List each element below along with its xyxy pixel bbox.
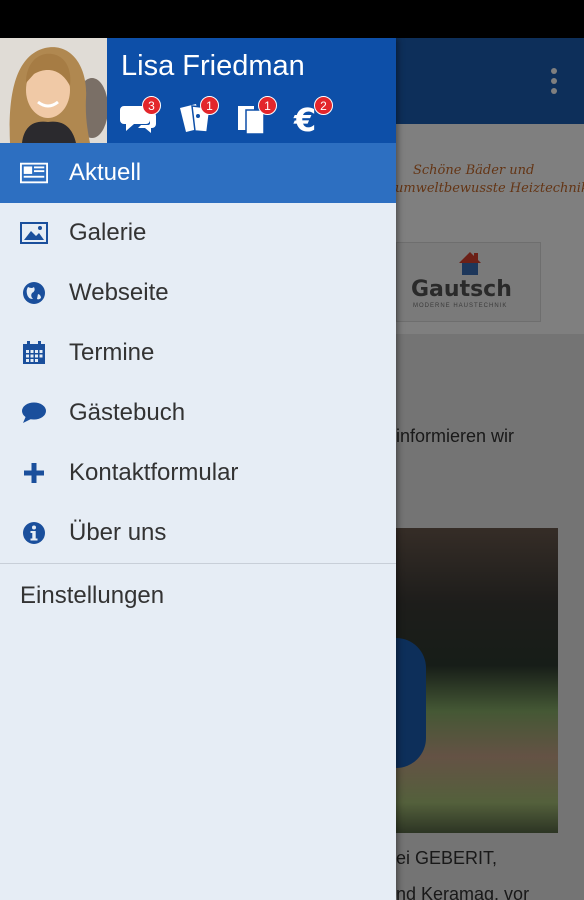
- menu-item-ueber-uns[interactable]: Über uns: [0, 503, 396, 563]
- svg-text:€: €: [293, 102, 316, 134]
- menu-item-gaestebuch[interactable]: Gästebuch: [0, 383, 396, 443]
- menu-item-label: Aktuell: [69, 159, 142, 186]
- menu-item-webseite[interactable]: Webseite: [0, 263, 396, 323]
- payments-badge: 2: [314, 96, 333, 115]
- info-icon: [20, 521, 48, 545]
- globe-icon: [20, 281, 48, 305]
- user-photo: [0, 38, 107, 143]
- image-icon: [20, 221, 48, 245]
- drawer-menu: Aktuell Galerie Webseite Termine Gästebu…: [0, 143, 396, 634]
- documents-badge: 1: [258, 96, 277, 115]
- drawer-header: Lisa Friedman 3 1 1 € 2: [0, 38, 396, 143]
- tickets-badge: 1: [200, 96, 219, 115]
- navigation-drawer: Lisa Friedman 3 1 1 € 2 Aktuell Galerie …: [0, 38, 396, 900]
- documents-counter[interactable]: 1: [236, 96, 282, 136]
- menu-item-label: Über uns: [69, 519, 167, 546]
- menu-item-galerie[interactable]: Galerie: [0, 203, 396, 263]
- menu-item-label: Termine: [69, 339, 155, 366]
- settings-label: Einstellungen: [20, 582, 165, 609]
- avatar[interactable]: [0, 38, 107, 143]
- user-name: Lisa Friedman: [121, 50, 305, 82]
- speech-bubble-icon: [20, 401, 48, 425]
- menu-item-kontaktformular[interactable]: Kontaktformular: [0, 443, 396, 503]
- menu-item-label: Galerie: [69, 219, 147, 246]
- messages-counter[interactable]: 3: [120, 96, 166, 136]
- menu-item-label: Kontaktformular: [69, 459, 239, 486]
- menu-item-label: Webseite: [69, 279, 169, 306]
- messages-badge: 3: [142, 96, 161, 115]
- calendar-icon: [20, 341, 48, 365]
- tickets-counter[interactable]: 1: [178, 96, 224, 136]
- menu-item-termine[interactable]: Termine: [0, 323, 396, 383]
- menu-item-label: Gästebuch: [69, 399, 186, 426]
- settings-item[interactable]: Einstellungen: [0, 564, 396, 634]
- newspaper-icon: [20, 161, 48, 185]
- status-bar: [0, 0, 584, 38]
- payments-counter[interactable]: € 2: [292, 96, 338, 136]
- plus-icon: [20, 461, 48, 485]
- menu-item-aktuell[interactable]: Aktuell: [0, 143, 396, 203]
